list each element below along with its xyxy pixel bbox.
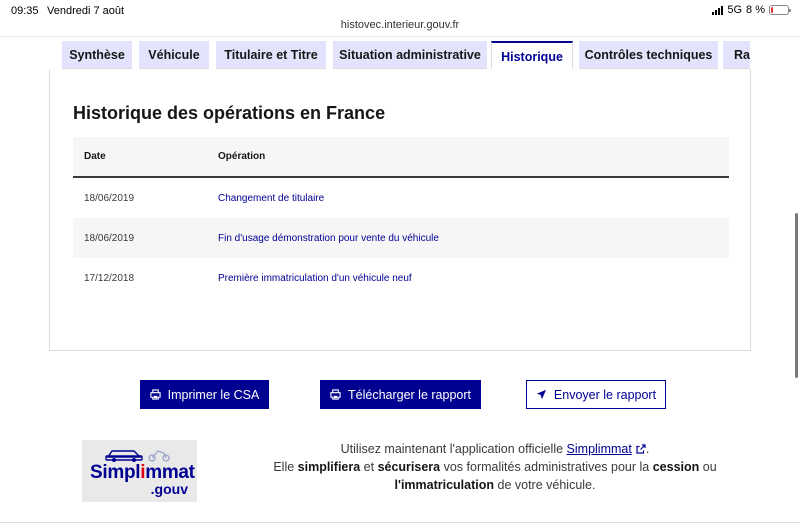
column-header-operation: Opération (218, 151, 266, 162)
battery-icon (769, 5, 791, 15)
divider (0, 36, 800, 37)
status-right: 5G 8 % (712, 4, 791, 16)
url-text[interactable]: histovec.interieur.gouv.fr (341, 19, 459, 31)
send-report-button[interactable]: Envoyer le rapport (526, 380, 666, 409)
promo-line-1: Utilisez maintenant l'application offici… (340, 442, 650, 456)
simplimmat-link[interactable]: Simplimmat (567, 442, 632, 456)
row-operation: Fin d'usage démonstration pour vente du … (218, 232, 439, 244)
print-csa-button[interactable]: Imprimer le CSA (140, 380, 269, 409)
battery-percent: 8 % (746, 4, 765, 16)
printer-icon (150, 389, 161, 400)
row-operation: Première immatriculation d'un véhicule n… (218, 272, 412, 284)
send-report-label: Envoyer le rapport (553, 387, 657, 402)
promo-line-3: l'immatriculation de votre véhicule. (394, 478, 596, 492)
status-date: Vendredi 7 août (47, 5, 125, 17)
status-time: 09:35 (11, 5, 39, 17)
tab-situation-administrative[interactable]: Situation administrative (333, 41, 487, 69)
tab-controles-techniques[interactable]: Contrôles techniques (579, 41, 718, 69)
column-header-date: Date (84, 151, 106, 162)
history-panel: Historique des opérations en France Date… (49, 69, 751, 351)
row-date: 18/06/2019 (84, 192, 135, 204)
row-date: 18/06/2019 (84, 232, 135, 244)
table-row: 18/06/2019 Fin d'usage démonstration pou… (73, 218, 729, 258)
row-operation: Changement de titulaire (218, 192, 325, 204)
page-title: Historique des opérations en France (73, 103, 386, 123)
scrollbar[interactable] (795, 213, 798, 378)
external-link-icon[interactable] (636, 444, 646, 454)
address-bar[interactable]: histovec.interieur.gouv.fr (0, 19, 800, 31)
table-row: 18/06/2019 Changement de titulaire (73, 178, 729, 218)
footer-divider (0, 522, 800, 523)
table-row: 17/12/2018 Première immatriculation d'un… (73, 258, 729, 298)
tab-vehicule[interactable]: Véhicule (139, 41, 209, 69)
printer-icon (330, 389, 341, 400)
download-report-button[interactable]: Télécharger le rapport (320, 380, 481, 409)
tab-bar: Synthèse Véhicule Titulaire et Titre Sit… (62, 41, 750, 69)
tab-titulaire[interactable]: Titulaire et Titre (216, 41, 326, 69)
logo-gouv: .gouv (150, 481, 188, 497)
cell-signal-icon (712, 5, 724, 15)
row-date: 17/12/2018 (84, 272, 135, 284)
tab-historique[interactable]: Historique (491, 41, 573, 69)
download-report-label: Télécharger le rapport (348, 387, 471, 402)
tab-synthese[interactable]: Synthèse (62, 41, 132, 69)
print-csa-label: Imprimer le CSA (167, 387, 260, 402)
tab-rapport[interactable]: Ra (723, 41, 750, 69)
network-type: 5G (727, 4, 743, 16)
simplimmat-promo: Utilisez maintenant l'application offici… (230, 440, 760, 494)
car-moto-icon (105, 450, 170, 462)
promo-line-2: Elle simplifiera et sécurisera vos forma… (273, 460, 717, 474)
history-table: Date Opération 18/06/2019 Changement de … (73, 137, 729, 298)
send-arrow-icon (536, 389, 547, 400)
simplimmat-logo[interactable]: Simplimmat .gouv (82, 440, 197, 502)
table-header: Date Opération (73, 137, 729, 178)
